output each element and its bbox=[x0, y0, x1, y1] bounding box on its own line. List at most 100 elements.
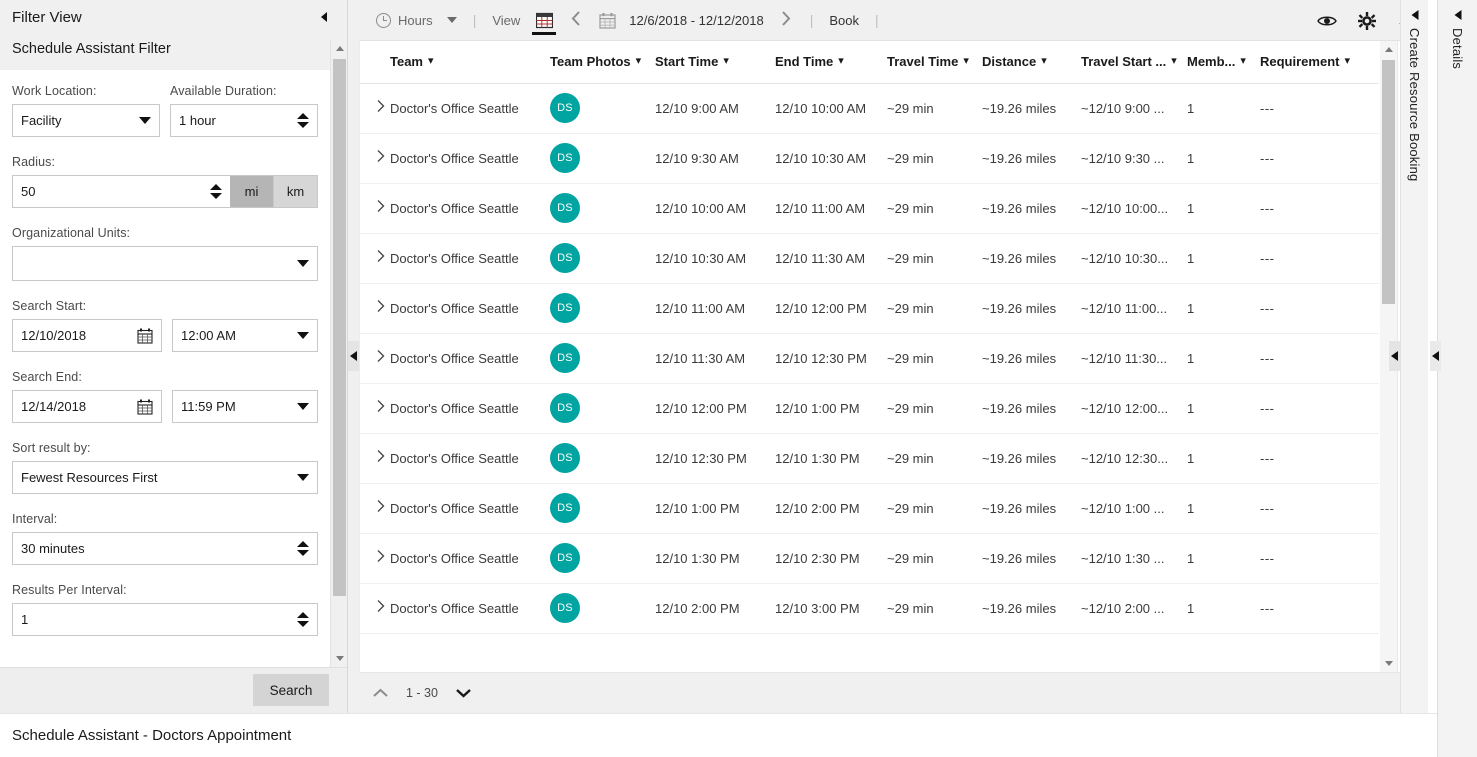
next-period-button[interactable] bbox=[770, 10, 801, 31]
chevron-right-icon[interactable] bbox=[376, 150, 385, 167]
avatar[interactable]: DS bbox=[550, 143, 580, 173]
grid-view-icon[interactable] bbox=[527, 0, 561, 41]
row-expand-cell[interactable] bbox=[360, 233, 390, 284]
table-row[interactable]: Doctor's Office Seattle DS 12/10 10:00 AM 1… bbox=[360, 183, 1379, 234]
stepper-down-icon[interactable] bbox=[210, 193, 222, 199]
sort-result-by-select[interactable]: Fewest Resources First bbox=[12, 461, 318, 494]
stepper-down-icon[interactable] bbox=[297, 122, 309, 128]
row-expand-cell[interactable] bbox=[360, 333, 390, 384]
calendar-icon[interactable] bbox=[137, 328, 153, 344]
chevron-right-icon[interactable] bbox=[376, 500, 385, 517]
main-panel-splitter[interactable] bbox=[1389, 341, 1400, 371]
chevron-right-icon[interactable] bbox=[376, 550, 385, 567]
stepper-arrows-icon[interactable] bbox=[297, 541, 309, 556]
search-end-time-select[interactable]: 11:59 PM bbox=[172, 390, 318, 423]
row-expand-cell[interactable] bbox=[360, 283, 390, 334]
scrollbar-thumb[interactable] bbox=[333, 59, 346, 596]
col-requirement[interactable]: Requirement ▾ bbox=[1260, 41, 1379, 84]
filter-panel-scrollbar[interactable] bbox=[330, 40, 347, 667]
scroll-up-arrow-icon[interactable] bbox=[331, 40, 347, 57]
chevron-right-icon[interactable] bbox=[376, 350, 385, 367]
search-button[interactable]: Search bbox=[253, 674, 329, 706]
chevron-down-icon[interactable] bbox=[454, 685, 473, 702]
avatar[interactable]: DS bbox=[550, 493, 580, 523]
avatar[interactable]: DS bbox=[550, 343, 580, 373]
stepper-up-icon[interactable] bbox=[297, 612, 309, 618]
search-end-date-input[interactable]: 12/14/2018 bbox=[12, 390, 162, 423]
collapse-left-icon[interactable] bbox=[1411, 10, 1418, 20]
stepper-arrows-icon[interactable] bbox=[297, 113, 309, 128]
col-end-time[interactable]: End Time ▾ bbox=[775, 41, 887, 84]
gear-icon[interactable] bbox=[1356, 10, 1378, 32]
organizational-units-select[interactable] bbox=[12, 246, 318, 281]
avatar[interactable]: DS bbox=[550, 293, 580, 323]
collapse-left-icon[interactable] bbox=[319, 11, 333, 25]
avatar[interactable]: DS bbox=[550, 543, 580, 573]
calendar-icon[interactable] bbox=[137, 399, 153, 415]
avatar[interactable]: DS bbox=[550, 593, 580, 623]
unit-mi-button[interactable]: mi bbox=[230, 175, 274, 208]
avatar[interactable]: DS bbox=[550, 193, 580, 223]
available-duration-stepper[interactable]: 1 hour bbox=[170, 104, 318, 137]
table-row[interactable]: Doctor's Office Seattle DS 12/10 10:30 AM 1… bbox=[360, 233, 1379, 284]
chevron-right-icon[interactable] bbox=[376, 100, 385, 117]
search-start-date-input[interactable]: 12/10/2018 bbox=[12, 319, 162, 352]
filter-panel-splitter[interactable] bbox=[348, 341, 359, 371]
col-team[interactable]: Team ▾ bbox=[390, 41, 550, 84]
stepper-up-icon[interactable] bbox=[297, 541, 309, 547]
chevron-right-icon[interactable] bbox=[376, 250, 385, 267]
row-expand-cell[interactable] bbox=[360, 383, 390, 434]
details-splitter[interactable] bbox=[1430, 341, 1441, 371]
col-travel-time[interactable]: Travel Time ▾ bbox=[887, 41, 982, 84]
hours-dropdown-caret[interactable] bbox=[440, 0, 464, 41]
calendar-icon[interactable] bbox=[592, 0, 623, 41]
table-row[interactable]: Doctor's Office Seattle DS 12/10 11:30 AM 1… bbox=[360, 333, 1379, 384]
book-button[interactable]: Book bbox=[822, 0, 866, 41]
row-expand-cell[interactable] bbox=[360, 533, 390, 584]
radius-input[interactable]: 50 bbox=[12, 175, 230, 208]
collapse-left-icon[interactable] bbox=[1454, 10, 1461, 20]
previous-period-button[interactable] bbox=[561, 10, 592, 31]
table-row[interactable]: Doctor's Office Seattle DS 12/10 11:00 AM 1… bbox=[360, 283, 1379, 334]
stepper-up-icon[interactable] bbox=[297, 113, 309, 119]
row-expand-cell[interactable] bbox=[360, 133, 390, 184]
stepper-arrows-icon[interactable] bbox=[297, 612, 309, 627]
row-expand-cell[interactable] bbox=[360, 583, 390, 634]
table-row[interactable]: Doctor's Office Seattle DS 12/10 1:30 PM 12… bbox=[360, 533, 1379, 584]
table-row[interactable]: Doctor's Office Seattle DS 12/10 1:00 PM 12… bbox=[360, 483, 1379, 534]
col-distance[interactable]: Distance ▾ bbox=[982, 41, 1081, 84]
scroll-down-arrow-icon[interactable] bbox=[331, 650, 347, 667]
avatar[interactable]: DS bbox=[550, 393, 580, 423]
hours-dropdown[interactable]: Hours bbox=[369, 0, 440, 41]
col-start-time[interactable]: Start Time ▾ bbox=[655, 41, 775, 84]
scroll-up-arrow-icon[interactable] bbox=[1380, 41, 1397, 58]
col-travel-start[interactable]: Travel Start ... ▾ bbox=[1081, 41, 1187, 84]
interval-stepper[interactable]: 30 minutes bbox=[12, 532, 318, 565]
chevron-right-icon[interactable] bbox=[376, 600, 385, 617]
table-row[interactable]: Doctor's Office Seattle DS 12/10 9:00 AM 12… bbox=[360, 83, 1379, 134]
table-row[interactable]: Doctor's Office Seattle DS 12/10 9:30 AM 12… bbox=[360, 133, 1379, 184]
unit-km-button[interactable]: km bbox=[274, 175, 318, 208]
eye-icon[interactable] bbox=[1316, 10, 1338, 32]
avatar[interactable]: DS bbox=[550, 443, 580, 473]
stepper-arrows-icon[interactable] bbox=[210, 184, 222, 199]
scroll-down-arrow-icon[interactable] bbox=[1380, 655, 1397, 672]
row-expand-cell[interactable] bbox=[360, 83, 390, 134]
stepper-down-icon[interactable] bbox=[297, 550, 309, 556]
search-start-time-select[interactable]: 12:00 AM bbox=[172, 319, 318, 352]
chevron-up-icon[interactable] bbox=[371, 685, 390, 702]
col-members[interactable]: Memb... ▾ bbox=[1187, 41, 1260, 84]
table-row[interactable]: Doctor's Office Seattle DS 12/10 12:00 PM 1… bbox=[360, 383, 1379, 434]
chevron-right-icon[interactable] bbox=[376, 400, 385, 417]
create-resource-booking-rail[interactable]: Create Resource Booking bbox=[1400, 0, 1428, 713]
results-per-interval-stepper[interactable]: 1 bbox=[12, 603, 318, 636]
chevron-right-icon[interactable] bbox=[376, 200, 385, 217]
table-row[interactable]: Doctor's Office Seattle DS 12/10 2:00 PM 12… bbox=[360, 583, 1379, 634]
row-expand-cell[interactable] bbox=[360, 433, 390, 484]
work-location-select[interactable]: Facility bbox=[12, 104, 160, 137]
details-rail[interactable]: Details bbox=[1437, 0, 1477, 757]
chevron-right-icon[interactable] bbox=[376, 300, 385, 317]
stepper-up-icon[interactable] bbox=[210, 184, 222, 190]
table-row[interactable]: Doctor's Office Seattle DS 12/10 12:30 PM 1… bbox=[360, 433, 1379, 484]
avatar[interactable]: DS bbox=[550, 243, 580, 273]
